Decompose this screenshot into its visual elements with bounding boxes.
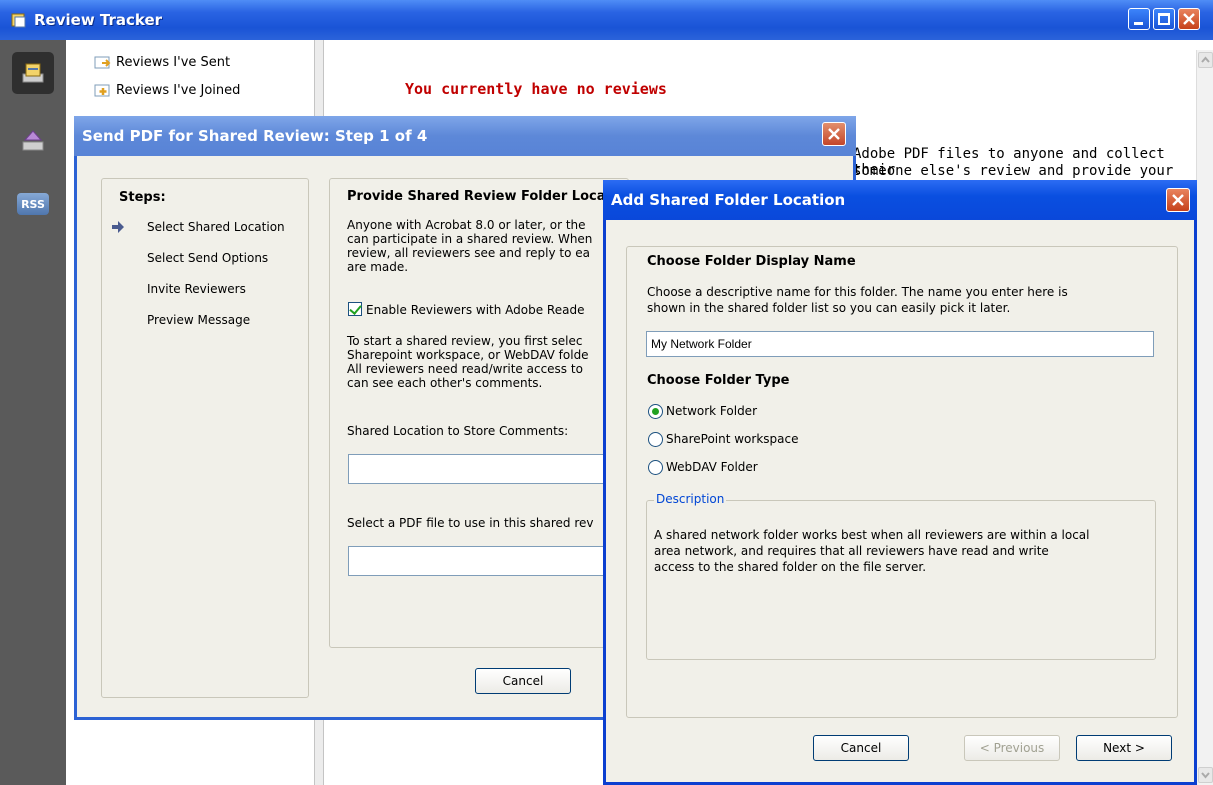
background-text-line: someone else's review and provide your [853,163,1174,179]
tree-item-sent[interactable]: Reviews I've Sent [94,54,230,70]
provide-heading: Provide Shared Review Folder Loca [347,189,606,204]
tree-item-label: Reviews I've Sent [116,54,231,70]
rss-button[interactable]: RSS [17,193,49,215]
enable-reader-label: Enable Reviewers with Adobe Reade [366,303,585,317]
pdf-file-input[interactable] [348,546,618,576]
close-icon [1183,13,1195,25]
step-select-location: Select Shared Location [147,220,285,234]
radio-network-folder[interactable] [648,404,663,419]
tree-item-joined[interactable]: Reviews I've Joined [94,82,240,98]
chevron-down-icon [1201,772,1210,779]
add-folder-close-button[interactable] [1166,188,1190,212]
close-icon [828,128,840,140]
location-input[interactable] [348,454,618,484]
cancel-button[interactable]: Cancel [813,735,909,761]
minimize-button[interactable] [1128,8,1150,30]
scroll-down-button[interactable] [1198,767,1213,783]
enable-reader-checkbox[interactable] [348,302,362,316]
radio-webdav[interactable] [648,460,663,475]
current-step-arrow-icon [112,221,124,233]
radio-sharepoint[interactable] [648,432,663,447]
display-name-heading: Choose Folder Display Name [647,254,856,269]
scroll-up-button[interactable] [1198,52,1213,68]
step-send-options: Select Send Options [147,251,269,265]
dialog-title: Send PDF for Shared Review: Step 1 of 4 [74,116,856,156]
step-invite-reviewers: Invite Reviewers [147,282,246,296]
left-rail: RSS [0,40,66,785]
display-name-description: Choose a descriptive name for this folde… [647,285,1068,315]
add-folder-dialog: Add Shared Folder Location Choose Folder… [603,180,1197,785]
forms-tray-icon [22,130,44,151]
radio-label: WebDAV Folder [666,460,758,474]
radio-label: Network Folder [666,404,758,418]
pdf-file-label: Select a PDF file to use in this shared … [347,516,594,530]
description-text: A shared network folder works best when … [654,528,1090,574]
joined-folder-icon [94,84,110,97]
window-title: Review Tracker [34,11,163,29]
dialog-title: Add Shared Folder Location [603,180,1197,220]
provide-details-text: To start a shared review, you first sele… [347,334,589,390]
sent-folder-icon [94,56,111,69]
step-preview-message: Preview Message [147,313,251,327]
location-label: Shared Location to Store Comments: [347,424,569,438]
description-group [646,500,1156,660]
main-titlebar: Review Tracker [0,0,1213,40]
send-dialog-close-button[interactable] [822,122,846,146]
cancel-button[interactable]: Cancel [475,668,571,694]
radio-label: SharePoint workspace [666,432,799,446]
rail-reviews-button[interactable] [12,52,54,94]
rail-forms-button[interactable] [12,120,54,162]
empty-message: You currently have no reviews [405,80,667,98]
review-tracker-icon [11,13,26,28]
description-legend: Description [654,492,727,506]
previous-button[interactable]: < Previous [964,735,1060,761]
display-name-input[interactable] [646,331,1154,357]
tray-icon [22,63,44,83]
steps-label: Steps: [119,190,166,205]
next-button[interactable]: Next > [1076,735,1172,761]
folder-type-heading: Choose Folder Type [647,373,790,388]
chevron-up-icon [1201,56,1210,63]
tree-item-label: Reviews I've Joined [116,82,241,98]
close-icon [1172,194,1184,206]
maximize-button[interactable] [1153,8,1175,30]
content-scrollbar[interactable] [1196,50,1213,785]
provide-intro-text: Anyone with Acrobat 8.0 or later, or the… [347,218,593,274]
close-button[interactable] [1178,8,1200,30]
